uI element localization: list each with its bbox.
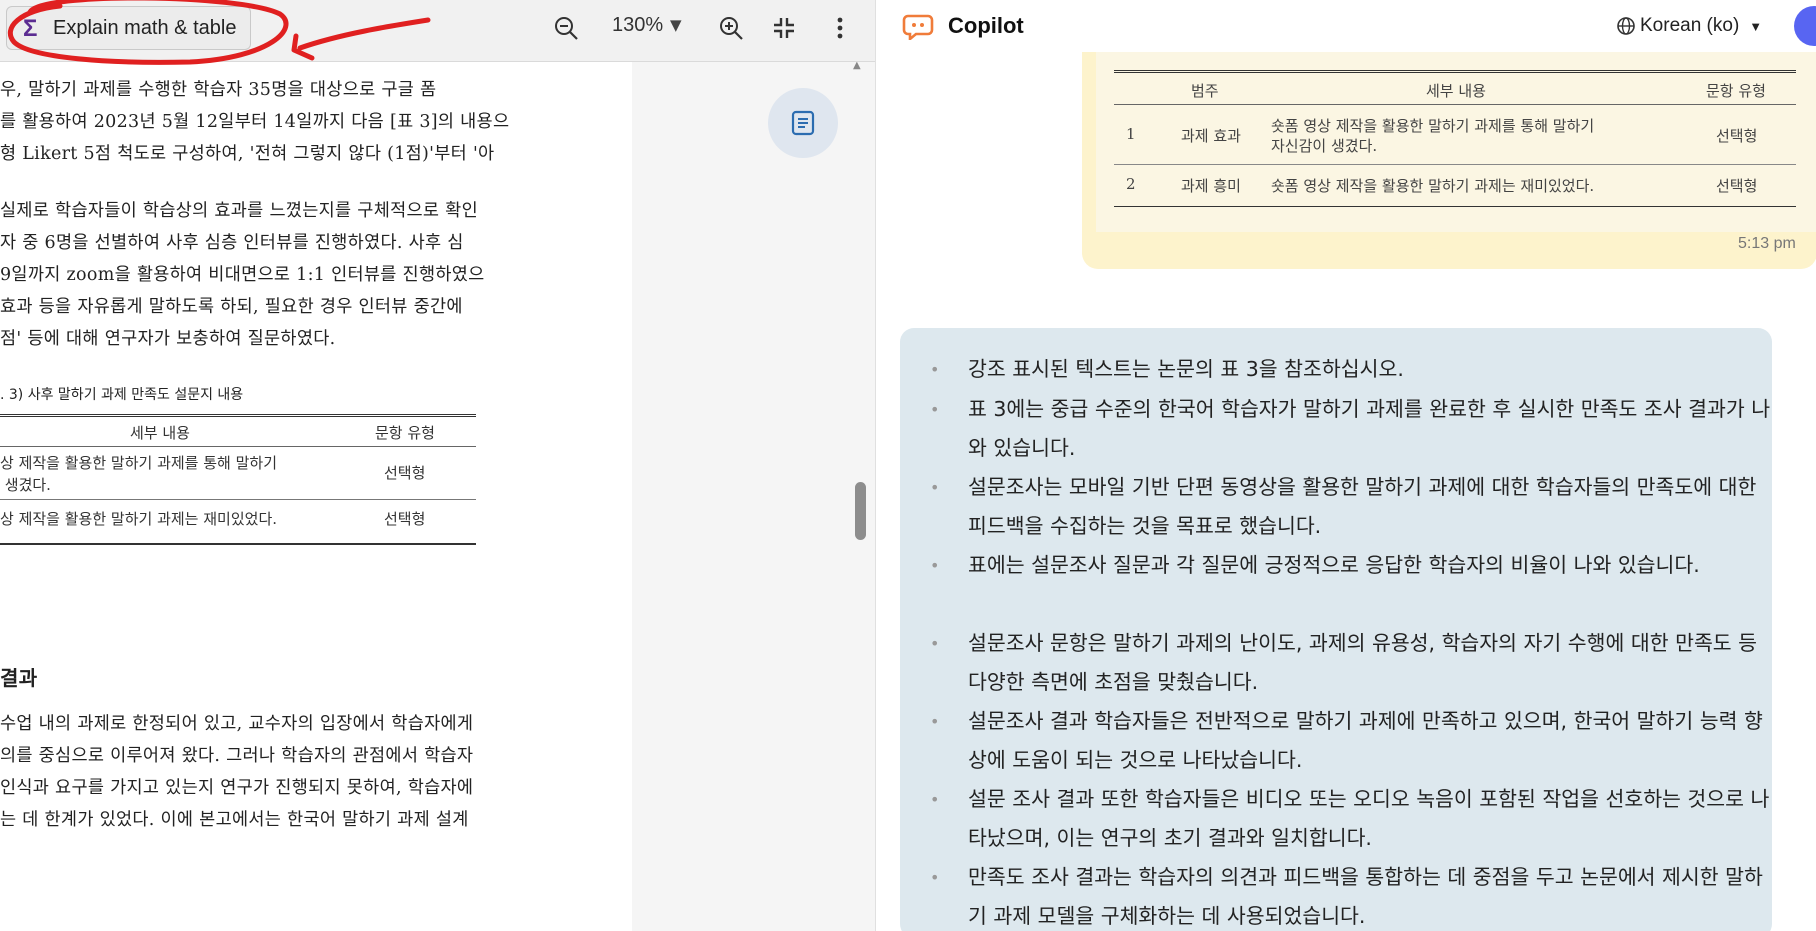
table-cell: 생겼다. — [0, 476, 51, 494]
user-table-image: 범주 세부 내용 문항 유형 1 과제 효과 숏폼 영상 제작을 활용한 말하기… — [1096, 52, 1816, 232]
explain-math-table-button[interactable]: Σ Explain math & table — [6, 6, 252, 50]
language-selector[interactable]: Korean (ko) ▼ — [1616, 15, 1762, 37]
response-bullet: 표 3에는 중급 수준의 한국어 학습자가 말하기 과제를 완료한 후 실시한 … — [930, 390, 1778, 468]
table-cell: 과제 효과 — [1181, 127, 1241, 145]
language-label: Korean (ko) — [1640, 15, 1740, 36]
table-cell: 상 제작을 활용한 말하기 과제를 통해 말하기 — [0, 454, 278, 472]
pdf-text-line: 실제로 학습자들이 학습상의 효과를 느꼈는지를 구체적으로 확인 — [0, 201, 478, 221]
fit-page-icon[interactable] — [766, 10, 802, 46]
table-caption: . 3) 사후 말하기 과제 만족도 설문지 내용 — [0, 387, 244, 403]
response-bullet: 설문 조사 결과 또한 학습자들은 비디오 또는 오디오 녹음이 포함된 작업을… — [930, 780, 1778, 858]
pdf-text-line: 는 데 한계가 있었다. 이에 본고에서는 한국어 말하기 과제 설계 — [0, 810, 469, 830]
avatar[interactable] — [1794, 6, 1816, 46]
response-bullet: 표에는 설문조사 질문과 각 질문에 긍정적으로 응답한 학습자의 비율이 나와… — [930, 546, 1778, 585]
pdf-text-line: 를 활용하여 2023년 5월 12일부터 14일까지 다음 [표 3]의 내용… — [0, 112, 510, 132]
zoom-dropdown-icon[interactable]: ▼ — [670, 16, 682, 34]
section-heading: 결과 — [0, 666, 38, 690]
pdf-text-line: 우, 말하기 과제를 수행한 학습자 35명을 대상으로 구글 폼 — [0, 80, 437, 100]
table-header-category: 범주 — [1191, 82, 1219, 100]
table-cell: 선택형 — [1716, 177, 1758, 195]
message-timestamp: 5:13 pm — [1738, 235, 1796, 252]
zoom-out-icon[interactable] — [548, 10, 584, 46]
pdf-text-line: 수업 내의 과제로 한정되어 있고, 교수자의 입장에서 학습자에게 — [0, 714, 474, 734]
table-cell: 선택형 — [384, 510, 426, 528]
pdf-text-line: 9일까지 zoom을 활용하여 비대면으로 1:1 인터뷰를 진행하였으 — [0, 265, 485, 285]
copilot-logo-icon — [902, 14, 934, 40]
chevron-down-icon: ▼ — [1749, 18, 1763, 34]
table-cell: 과제 흥미 — [1181, 177, 1241, 195]
table-cell: 2 — [1126, 175, 1136, 193]
pdf-text-line: 효과 등을 자유롭게 말하도록 하되, 필요한 경우 인터뷰 중간에 — [0, 297, 463, 317]
explain-button-label: Explain math & table — [53, 16, 237, 39]
zoom-level[interactable]: 130% — [612, 14, 663, 37]
table-cell: 1 — [1126, 125, 1136, 143]
copilot-panel: 범주 세부 내용 문항 유형 1 과제 효과 숏폼 영상 제작을 활용한 말하기… — [875, 0, 1816, 931]
copilot-response-bubble: 강조 표시된 텍스트는 논문의 표 3을 참조하십시오. 표 3에는 중급 수준… — [900, 328, 1772, 931]
pdf-page: 우, 말하기 과제를 수행한 학습자 35명을 대상으로 구글 폼 를 활용하여… — [0, 62, 632, 931]
zoom-in-icon[interactable] — [713, 10, 749, 46]
response-bullet: 설문조사는 모바일 기반 단편 동영상을 활용한 말하기 과제에 대한 학습자들… — [930, 468, 1778, 546]
pdf-text-line: 형 Likert 5점 척도로 구성하여, '전혀 그렇지 않다 (1점)'부터… — [0, 144, 495, 164]
table-cell: 숏폼 영상 제작을 활용한 말하기 과제는 재미있었다. — [1271, 177, 1595, 195]
table-cell: 상 제작을 활용한 말하기 과제는 재미있었다. — [0, 510, 278, 528]
table-header-type: 문항 유형 — [375, 424, 435, 442]
pdf-text-line: 점' 등에 대해 연구자가 보충하여 질문하였다. — [0, 329, 336, 349]
page-scrollbar-thumb[interactable] — [855, 482, 866, 540]
more-options-icon[interactable] — [822, 10, 858, 46]
screen: 우, 말하기 과제를 수행한 학습자 35명을 대상으로 구글 폼 를 활용하여… — [0, 0, 1816, 931]
table-cell: 선택형 — [384, 464, 426, 482]
response-bullet: 강조 표시된 텍스트는 논문의 표 3을 참조하십시오. — [930, 350, 1778, 389]
table-cell: 선택형 — [1716, 127, 1758, 145]
document-icon — [791, 110, 815, 136]
table-header-content: 세부 내용 — [1426, 82, 1486, 100]
pdf-text-line: 인식과 요구를 가지고 있는지 연구가 진행되지 못하여, 학습자에 — [0, 778, 474, 798]
sparkle-icon: Σ — [23, 15, 38, 42]
copilot-title: Copilot — [948, 13, 1024, 38]
pdf-text-line: 의를 중심으로 이루어져 왔다. 그러나 학습자의 관점에서 학습자 — [0, 746, 474, 766]
pdf-table: 세부 내용 문항 유형 상 제작을 활용한 말하기 과제를 통해 말하기 생겼다… — [0, 414, 476, 546]
table-header-type: 문항 유형 — [1706, 82, 1766, 100]
pdf-viewer: 우, 말하기 과제를 수행한 학습자 35명을 대상으로 구글 폼 를 활용하여… — [0, 0, 875, 931]
response-bullet: 만족도 조사 결과는 학습자의 의견과 피드백을 통합하는 데 중점을 두고 논… — [930, 858, 1778, 931]
pdf-text-line: 자 중 6명을 선별하여 사후 심층 인터뷰를 진행하였다. 사후 심 — [0, 233, 464, 253]
response-bullet: 설문조사 결과 학습자들은 전반적으로 말하기 과제에 만족하고 있으며, 한국… — [930, 702, 1778, 780]
notes-button[interactable] — [768, 88, 838, 158]
copilot-header: Copilot Korean (ko) ▼ — [876, 0, 1816, 52]
response-bullet: 설문조사 문항은 말하기 과제의 난이도, 과제의 유용성, 학습자의 자기 수… — [930, 624, 1778, 702]
table-header-content: 세부 내용 — [130, 424, 190, 442]
globe-icon — [1617, 17, 1635, 35]
pdf-toolbar: Σ Explain math & table 130% ▼ — [0, 0, 875, 62]
table-cell: 숏폼 영상 제작을 활용한 말하기 과제를 통해 말하기 — [1271, 117, 1595, 135]
table-cell: 자신감이 생겼다. — [1271, 137, 1378, 155]
